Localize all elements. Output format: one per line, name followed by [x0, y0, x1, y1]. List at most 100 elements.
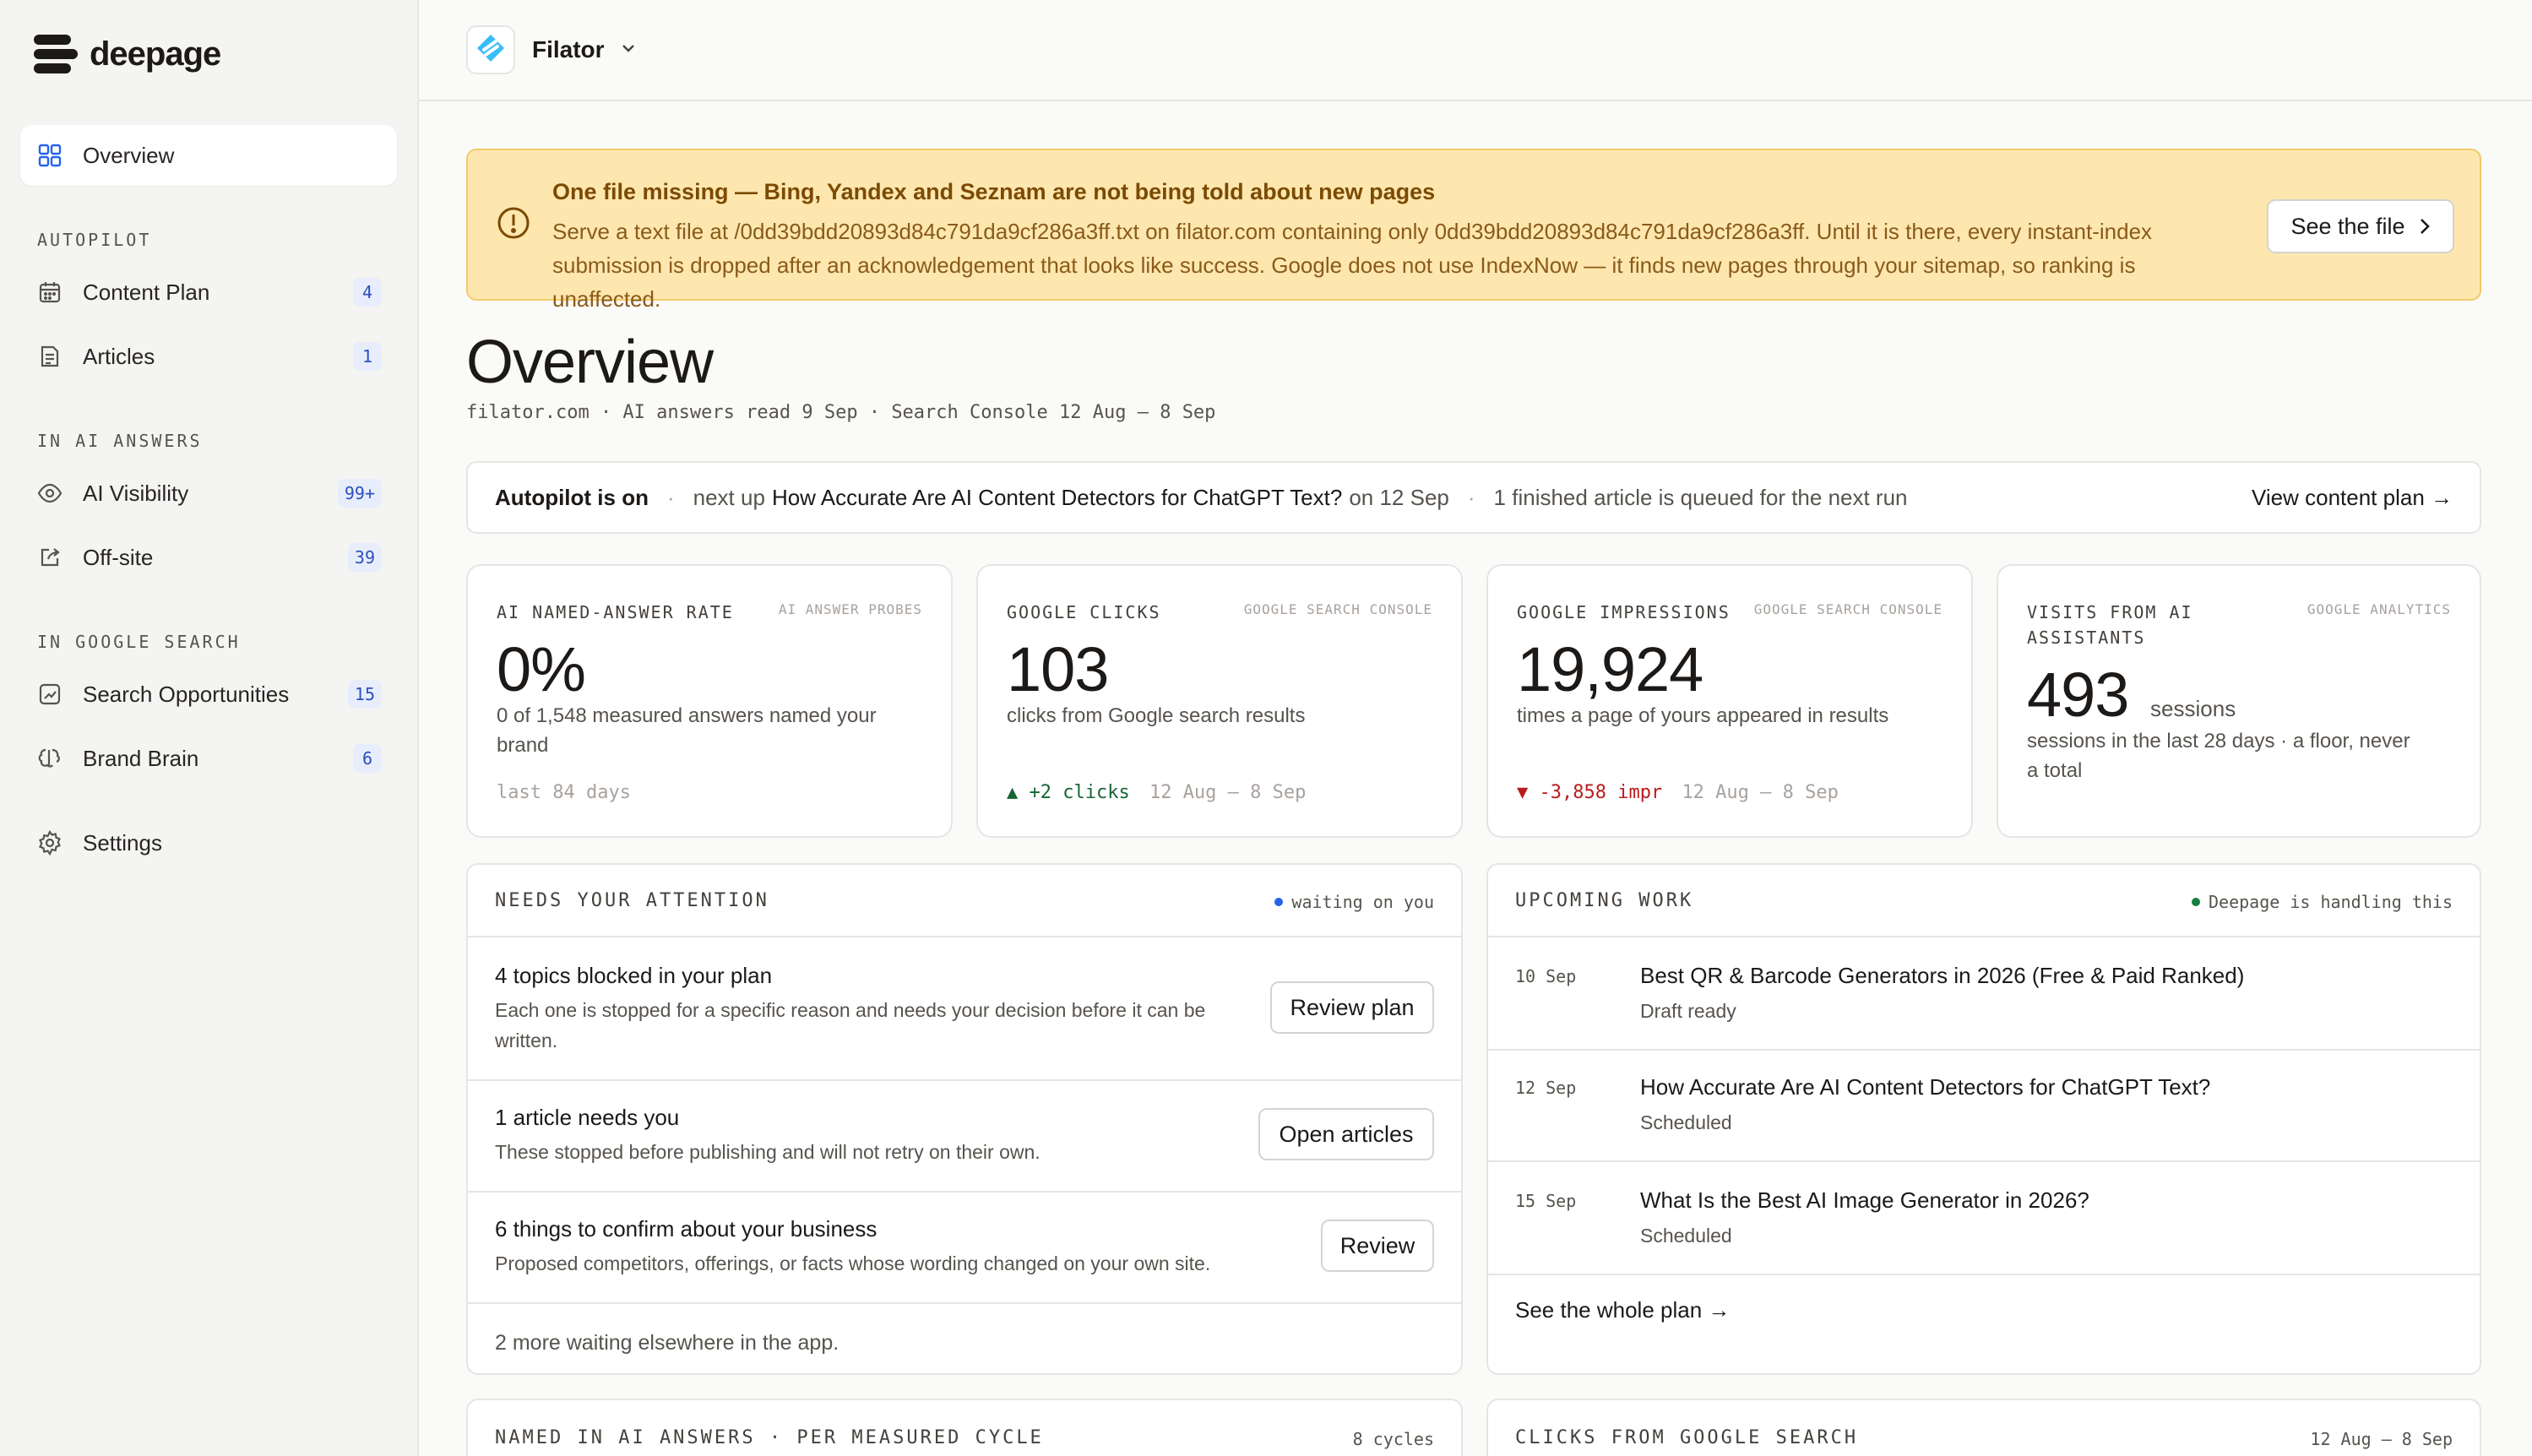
external-share-icon: [37, 545, 62, 570]
divider: [468, 936, 1461, 937]
delta-down: ▼ -3,858 impr: [1517, 782, 1663, 803]
clicks-from-google-panel: CLICKS FROM GOOGLE SEARCH 12 Aug – 8 Sep: [1486, 1399, 2481, 1456]
brand-name: deepage: [90, 35, 221, 73]
stat-value: 103: [1007, 634, 1109, 704]
upcoming-status: Draft ready: [1640, 1000, 1736, 1022]
sidebar-item-label: Overview: [83, 142, 175, 168]
date-range: 12 Aug – 8 Sep: [1149, 782, 1307, 803]
status-text: Deepage is handling this: [2209, 892, 2453, 912]
alert-body: Serve a text file at /0dd39bdd20893d84c7…: [552, 219, 2153, 312]
status-dot: [2192, 898, 2201, 906]
stat-card-google-clicks: GOOGLE CLICKS GOOGLE SEARCH CONSOLE 103 …: [976, 564, 1463, 838]
upcoming-date: 10 Sep: [1515, 966, 1577, 986]
brain-icon: [37, 746, 62, 771]
delta-up: ▲ +2 clicks: [1007, 782, 1130, 803]
calendar-icon: [37, 280, 62, 305]
eye-icon: [37, 481, 62, 506]
stat-footnote: ▲ +2 clicks 12 Aug – 8 Sep: [1007, 782, 1306, 803]
sidebar-item-label: Articles: [83, 343, 155, 369]
panel-title: NAMED IN AI ANSWERS · PER MEASURED CYCLE: [495, 1427, 1044, 1448]
stat-unit: sessions: [2150, 696, 2236, 721]
stat-value: 493: [2027, 660, 2129, 730]
review-plan-button[interactable]: Review plan: [1270, 981, 1434, 1034]
count-badge: 6: [353, 744, 382, 773]
panel-status: Deepage is handling this: [2192, 892, 2453, 912]
sidebar-item-settings[interactable]: Settings: [20, 812, 397, 873]
upcoming-title[interactable]: Best QR & Barcode Generators in 2026 (Fr…: [1640, 963, 2244, 989]
stat-card-ai-rate: AI NAMED-ANSWER RATE AI ANSWER PROBES 0%…: [466, 564, 953, 838]
date-range: 12 Aug – 8 Sep: [1682, 782, 1839, 803]
count-badge: 1: [353, 342, 382, 371]
stat-description: times a page of yours appeared in result…: [1517, 704, 1889, 727]
upcoming-title[interactable]: What Is the Best AI Image Generator in 2…: [1640, 1187, 2089, 1214]
status-dot: [1274, 898, 1284, 906]
autopilot-status: Autopilot is on: [495, 484, 649, 510]
brand-logo[interactable]: deepage: [34, 30, 221, 78]
stat-source: GOOGLE SEARCH CONSOLE: [1243, 601, 1432, 617]
separator-dot: ·: [666, 484, 675, 510]
page-title: Overview: [466, 329, 714, 396]
stat-label: VISITS FROM AI ASSISTANTS: [2027, 602, 2193, 648]
upcoming-title[interactable]: How Accurate Are AI Content Detectors fo…: [1640, 1074, 2210, 1100]
stat-value: 0%: [497, 634, 586, 704]
stat-description: sessions in the last 28 days · a floor, …: [2027, 730, 2410, 782]
sidebar-item-off-site[interactable]: Off-site 39: [20, 527, 397, 588]
divider: [1488, 936, 2480, 937]
divider: [1488, 1049, 2480, 1051]
named-in-ai-answers-panel: NAMED IN AI ANSWERS · PER MEASURED CYCLE…: [466, 1399, 1463, 1456]
divider: [1488, 1160, 2480, 1162]
sidebar: deepage Overview AUTOPILOT Content Plan …: [0, 0, 419, 1456]
count-badge: 39: [347, 543, 382, 572]
more-waiting-text: 2 more waiting elsewhere in the app.: [495, 1331, 839, 1355]
separator-dot: ·: [1467, 484, 1475, 510]
chevron-down-icon: [620, 42, 637, 58]
grid-icon: [37, 143, 62, 168]
view-content-plan-link[interactable]: View content plan →: [2252, 485, 2453, 511]
panel-title: CLICKS FROM GOOGLE SEARCH: [1515, 1427, 1859, 1448]
open-articles-button[interactable]: Open articles: [1258, 1108, 1434, 1160]
sidebar-item-label: Off-site: [83, 544, 154, 570]
sidebar-item-label: Brand Brain: [83, 745, 199, 771]
stat-footnote: last 84 days: [497, 782, 631, 803]
sidebar-item-overview[interactable]: Overview: [20, 125, 397, 186]
stat-value-wrap: 493 sessions: [2027, 659, 2236, 731]
stat-value: 19,924: [1517, 634, 1703, 704]
button-label: Review: [1339, 1232, 1415, 1258]
next-up-title: How Accurate Are AI Content Detectors fo…: [771, 484, 1343, 510]
alert-title: One file missing — Bing, Yandex and Sezn…: [552, 179, 1436, 204]
attention-item-sub: Proposed competitors, offerings, or fact…: [495, 1252, 1211, 1274]
review-button[interactable]: Review: [1321, 1220, 1434, 1272]
attention-item-title: 1 article needs you: [495, 1105, 680, 1130]
missing-file-alert: One file missing — Bing, Yandex and Sezn…: [466, 149, 2481, 312]
top-bar: Filator: [419, 0, 2532, 101]
panel-meta: 12 Aug – 8 Sep: [2310, 1429, 2453, 1449]
see-file-button[interactable]: See the file: [2267, 199, 2454, 253]
nav-section-autopilot: AUTOPILOT: [37, 230, 152, 250]
stat-card-ai-visits: VISITS FROM AI ASSISTANTS GOOGLE ANALYTI…: [1997, 564, 2481, 838]
site-name: Filator: [532, 36, 605, 62]
upcoming-date: 12 Sep: [1515, 1078, 1577, 1098]
sidebar-item-search-opportunities[interactable]: Search Opportunities 15: [20, 664, 397, 725]
stat-description: 0 of 1,548 measured answers named your b…: [497, 704, 877, 757]
chevron-right-icon: [2419, 217, 2431, 236]
gear-icon: [37, 830, 62, 856]
chart-box-icon: [37, 682, 62, 707]
attention-item-title: 6 things to confirm about your business: [495, 1216, 878, 1241]
sidebar-item-articles[interactable]: Articles 1: [20, 326, 397, 387]
queued-text: 1 finished article is queued for the nex…: [1493, 484, 1908, 510]
panel-meta: 8 cycles: [1352, 1429, 1434, 1449]
site-switcher[interactable]: Filator: [466, 25, 637, 74]
upcoming-status: Scheduled: [1640, 1111, 1732, 1133]
stat-card-google-impressions: GOOGLE IMPRESSIONS GOOGLE SEARCH CONSOLE…: [1486, 564, 1973, 838]
button-label: See the file: [2290, 213, 2405, 239]
upcoming-status: Scheduled: [1640, 1225, 1732, 1247]
nav-section-google-search: IN GOOGLE SEARCH: [37, 632, 241, 652]
see-whole-plan-link[interactable]: See the whole plan →: [1515, 1297, 1730, 1323]
sidebar-item-ai-visibility[interactable]: AI Visibility 99+: [20, 463, 397, 524]
count-badge: 99+: [337, 479, 382, 508]
sidebar-item-brand-brain[interactable]: Brand Brain 6: [20, 728, 397, 789]
stat-label: GOOGLE CLICKS: [1007, 602, 1161, 622]
sidebar-item-content-plan[interactable]: Content Plan 4: [20, 262, 397, 323]
next-up-label: next up: [693, 484, 765, 510]
site-logo-icon: [466, 25, 515, 74]
